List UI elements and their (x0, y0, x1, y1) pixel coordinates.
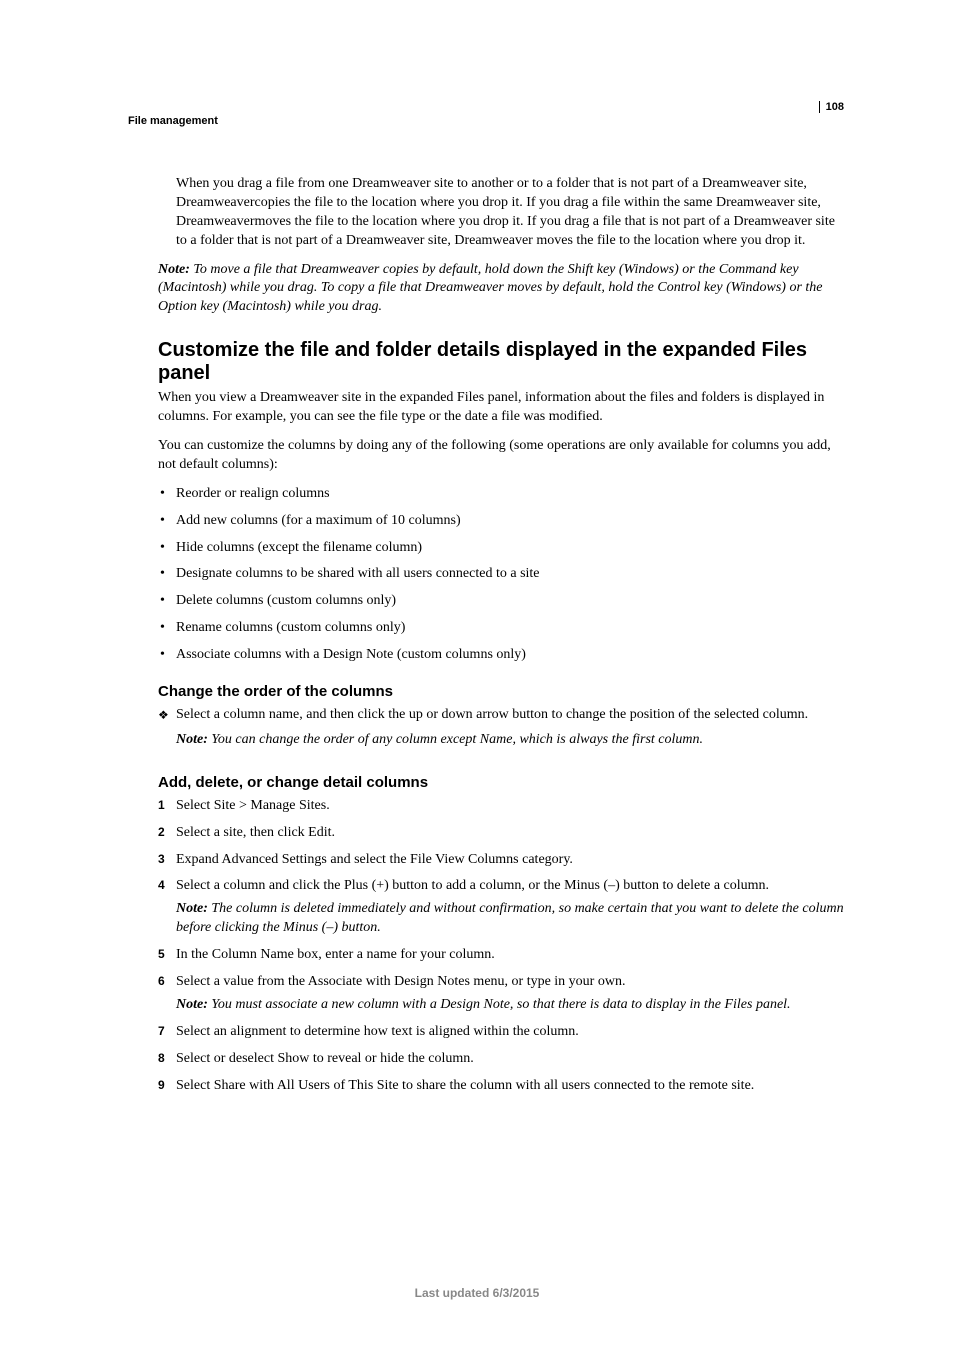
diamond-item: ❖ Select a column name, and then click t… (158, 706, 844, 756)
list-item: Add new columns (for a maximum of 10 col… (158, 512, 844, 531)
step-text: Select Site > Manage Sites. (176, 798, 330, 813)
step-text: Select a column and click the Plus (+) b… (176, 878, 769, 893)
step-note: Note: The column is deleted immediately … (176, 900, 844, 938)
step-text: Select a value from the Associate with D… (176, 974, 625, 989)
diamond-icon: ❖ (158, 706, 176, 756)
list-item: Select Site > Manage Sites. (158, 797, 844, 816)
top-note: Note: To move a file that Dreamweaver co… (158, 261, 844, 318)
list-item: Select a value from the Associate with D… (158, 973, 844, 1015)
list-item: Delete columns (custom columns only) (158, 592, 844, 611)
list-item: Expand Advanced Settings and select the … (158, 851, 844, 870)
list-item: Reorder or realign columns (158, 485, 844, 504)
bullet-list: Reorder or realign columns Add new colum… (158, 485, 844, 665)
list-item: Rename columns (custom columns only) (158, 619, 844, 638)
note-text: You must associate a new column with a D… (211, 997, 790, 1012)
list-item: Select a column and click the Plus (+) b… (158, 877, 844, 938)
diamond-text: Select a column name, and then click the… (176, 706, 844, 725)
note-label: Note: (176, 901, 211, 916)
step-note: Note: You must associate a new column wi… (176, 996, 844, 1015)
footer-updated: Last updated 6/3/2015 (0, 1286, 954, 1300)
list-item: Designate columns to be shared with all … (158, 565, 844, 584)
page: File management 108 When you drag a file… (0, 0, 954, 1350)
sub-heading-2: Add, delete, or change detail columns (158, 774, 844, 791)
section-title: File management (128, 115, 218, 127)
step-text: Select a site, then click Edit. (176, 825, 335, 840)
page-header: File management 108 (128, 115, 844, 127)
page-body: When you drag a file from one Dreamweave… (158, 175, 844, 1096)
note-text: To move a file that Dreamweaver copies b… (158, 262, 823, 315)
sub-heading-1: Change the order of the columns (158, 683, 844, 700)
diamond-content: Select a column name, and then click the… (176, 706, 844, 756)
main-heading: Customize the file and folder details di… (158, 339, 844, 385)
list-item: Select Share with All Users of This Site… (158, 1077, 844, 1096)
section-paragraph-1: When you view a Dreamweaver site in the … (158, 389, 844, 427)
note-text: The column is deleted immediately and wi… (176, 901, 844, 935)
intro-paragraph: When you drag a file from one Dreamweave… (176, 175, 844, 251)
list-item: Hide columns (except the filename column… (158, 539, 844, 558)
page-number: 108 (826, 101, 844, 113)
note-label: Note: (176, 997, 211, 1012)
step-text: Select an alignment to determine how tex… (176, 1024, 579, 1039)
section-paragraph-2: You can customize the columns by doing a… (158, 437, 844, 475)
page-number-container: 108 (819, 101, 844, 113)
note-text: You can change the order of any column e… (211, 732, 703, 747)
list-item: In the Column Name box, enter a name for… (158, 946, 844, 965)
note-label: Note: (176, 732, 211, 747)
step-text: Select Share with All Users of This Site… (176, 1078, 754, 1093)
step-text: Expand Advanced Settings and select the … (176, 852, 573, 867)
list-item: Select or deselect Show to reveal or hid… (158, 1050, 844, 1069)
list-item: Select a site, then click Edit. (158, 824, 844, 843)
note-label: Note: (158, 262, 193, 277)
list-item: Select an alignment to determine how tex… (158, 1023, 844, 1042)
step-text: Select or deselect Show to reveal or hid… (176, 1051, 474, 1066)
step-text: In the Column Name box, enter a name for… (176, 947, 495, 962)
list-item: Associate columns with a Design Note (cu… (158, 646, 844, 665)
numbered-list: Select Site > Manage Sites. Select a sit… (158, 797, 844, 1096)
diamond-note: Note: You can change the order of any co… (176, 731, 844, 750)
